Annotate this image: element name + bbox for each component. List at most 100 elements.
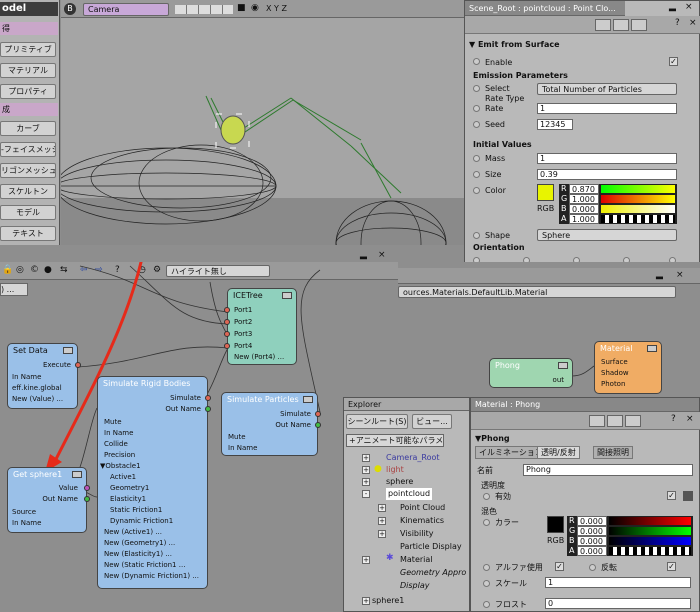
minimize-icon[interactable]: ▂ xyxy=(669,2,676,13)
material-menu-icon[interactable] xyxy=(647,345,657,352)
tree-pointcloud[interactable]: pointcloud xyxy=(386,488,433,500)
rigid-simulate-pin[interactable] xyxy=(205,395,211,401)
select-rate-dropdown[interactable]: Total Number of Particles xyxy=(537,83,677,95)
expand-material[interactable]: + xyxy=(362,556,370,564)
color-g-gradient[interactable] xyxy=(601,195,675,203)
close-icon[interactable]: × xyxy=(689,18,697,29)
expand-kinematics[interactable]: + xyxy=(378,517,386,525)
rigid-collide[interactable]: Collide xyxy=(104,440,128,449)
model-tab[interactable]: odel xyxy=(0,2,58,16)
rigid-obstacle[interactable]: ▼Obstacle1 xyxy=(100,462,141,471)
phong-g-gradient[interactable] xyxy=(609,527,691,535)
tab-indirect[interactable]: 間接照明 xyxy=(593,446,633,459)
tree-light[interactable]: light xyxy=(386,464,404,476)
color-dot[interactable] xyxy=(473,187,480,194)
particles-inname[interactable]: In Name xyxy=(228,444,257,453)
rigid-new-active[interactable]: New (Active1) ... xyxy=(104,528,162,537)
phong-r-gradient[interactable] xyxy=(609,517,691,525)
setdata-attribute[interactable]: eff.kine.global xyxy=(12,384,62,393)
icetree-pin-3[interactable] xyxy=(224,331,230,337)
rigid-outname-pin[interactable] xyxy=(205,406,211,412)
material-node[interactable]: Material Surface Shadow Photon xyxy=(594,341,662,394)
tree-camera-root[interactable]: Camera_Root xyxy=(386,452,440,464)
rigid-geometry[interactable]: Geometry1 xyxy=(110,484,149,493)
rigid-simulate[interactable]: Simulate xyxy=(170,394,201,403)
icetree-port3[interactable]: Port3 xyxy=(234,330,252,339)
material-shadow[interactable]: Shadow xyxy=(601,369,629,378)
expand-point-cloud[interactable]: + xyxy=(378,504,386,512)
phong-a-field[interactable]: 0.000 xyxy=(577,546,607,556)
phong-enable-checkbox[interactable]: ✓ xyxy=(667,491,676,500)
phong-refresh-icon[interactable] xyxy=(607,415,623,427)
mass-dot[interactable] xyxy=(473,155,480,162)
help-icon[interactable]: ? xyxy=(675,18,680,29)
color-a-gradient[interactable] xyxy=(601,215,675,223)
rigid-new-dynamic[interactable]: New (Dynamic Friction1) ... xyxy=(104,572,199,581)
tree-visibility[interactable]: Visibility xyxy=(400,528,434,540)
alpha-dot[interactable] xyxy=(483,564,490,571)
icetree-new-port[interactable]: New (Port4) ... xyxy=(234,353,284,362)
menu-property-button[interactable]: プロパティ xyxy=(0,84,56,99)
icetree-port1[interactable]: Port1 xyxy=(234,306,252,315)
setdata-new-value[interactable]: New (Value) ... xyxy=(12,395,63,404)
rigid-precision[interactable]: Precision xyxy=(104,451,135,460)
phong-help-icon[interactable]: ? xyxy=(671,414,676,425)
refresh-icon[interactable] xyxy=(613,19,629,31)
phong-color-swatch[interactable] xyxy=(547,516,564,533)
rigid-static-friction[interactable]: Static Friction1 xyxy=(110,506,162,515)
menu-model-button[interactable]: モデル xyxy=(0,205,56,220)
scale-field[interactable]: 1 xyxy=(545,577,691,588)
color-r-field[interactable]: 0.870 xyxy=(569,184,599,194)
icetree-port2[interactable]: Port2 xyxy=(234,318,252,327)
lock-icon[interactable] xyxy=(595,19,611,31)
rigid-mute[interactable]: Mute xyxy=(104,418,122,427)
phong-b-gradient[interactable] xyxy=(609,537,691,545)
expand-sphere1[interactable]: + xyxy=(362,597,370,605)
getsphere-outname[interactable]: Out Name xyxy=(42,495,78,504)
size-field[interactable]: 0.39 xyxy=(537,169,677,180)
viewport[interactable]: B Camera ■ ◉ X Y Z xyxy=(61,0,466,245)
material-photon[interactable]: Photon xyxy=(601,380,625,389)
icetree-pin-2[interactable] xyxy=(224,319,230,325)
shape-dropdown[interactable]: Sphere xyxy=(537,229,677,241)
viewport-mode-buttons[interactable] xyxy=(175,5,233,14)
phong-close-icon[interactable]: × xyxy=(686,414,694,425)
phong-node[interactable]: Phong out xyxy=(489,358,573,388)
get-sphere1-node[interactable]: Get sphere1 Value Out Name Source In Nam… xyxy=(7,467,87,533)
phong-menu-icon[interactable] xyxy=(558,362,568,369)
camera-icon[interactable]: ■ xyxy=(237,3,246,14)
phong-color-sliders[interactable]: R G B A 0.000 0.000 0.000 0.000 xyxy=(567,516,693,556)
phong-color-dot[interactable] xyxy=(483,519,490,526)
getsphere-inname[interactable]: In Name xyxy=(12,519,41,528)
mass-field[interactable]: 1 xyxy=(537,153,677,164)
rigid-outname[interactable]: Out Name xyxy=(165,405,201,414)
phong-b-field[interactable]: 0.000 xyxy=(577,536,607,546)
ice-minimize-icon[interactable]: ▂ xyxy=(360,250,367,261)
tree-geometry-approx[interactable]: Geometry Appro xyxy=(400,567,466,579)
icetree-pin-4[interactable] xyxy=(224,343,230,349)
rate-dot[interactable] xyxy=(473,105,480,112)
frost-field[interactable]: 0 xyxy=(545,598,691,609)
tree-kinematics[interactable]: Kinematics xyxy=(400,515,444,527)
enable-anim-dot[interactable] xyxy=(473,58,480,65)
rigid-elasticity[interactable]: Elasticity1 xyxy=(110,495,146,504)
explorer-filter-field[interactable]: +アニメート可能なパラメ xyxy=(346,434,444,447)
color-b-gradient[interactable] xyxy=(601,205,675,213)
emit-header[interactable]: ▼ Emit from Surface xyxy=(469,40,560,49)
title-close-icon[interactable]: × xyxy=(685,2,693,13)
tab-transparency[interactable]: 透明/反射 xyxy=(537,446,580,459)
rigid-new-elasticity[interactable]: New (Elasticity1) ... xyxy=(104,550,172,559)
frost-dot[interactable] xyxy=(483,601,490,608)
color-swatch[interactable] xyxy=(537,184,554,201)
expand-visibility[interactable]: + xyxy=(378,530,386,538)
icetree-port4[interactable]: Port4 xyxy=(234,342,252,351)
ice-close-icon[interactable]: × xyxy=(378,250,386,261)
particles-outname[interactable]: Out Name xyxy=(275,421,311,430)
particles-simulate[interactable]: Simulate xyxy=(280,410,311,419)
tree-material[interactable]: Material xyxy=(400,554,433,566)
menu-curve-button[interactable]: カーブ xyxy=(0,121,56,136)
getsphere-value-pin[interactable] xyxy=(84,485,90,491)
back-icon[interactable] xyxy=(631,19,647,31)
view-button[interactable]: ビュー... xyxy=(412,414,452,429)
setdata-menu-icon[interactable] xyxy=(63,347,73,354)
